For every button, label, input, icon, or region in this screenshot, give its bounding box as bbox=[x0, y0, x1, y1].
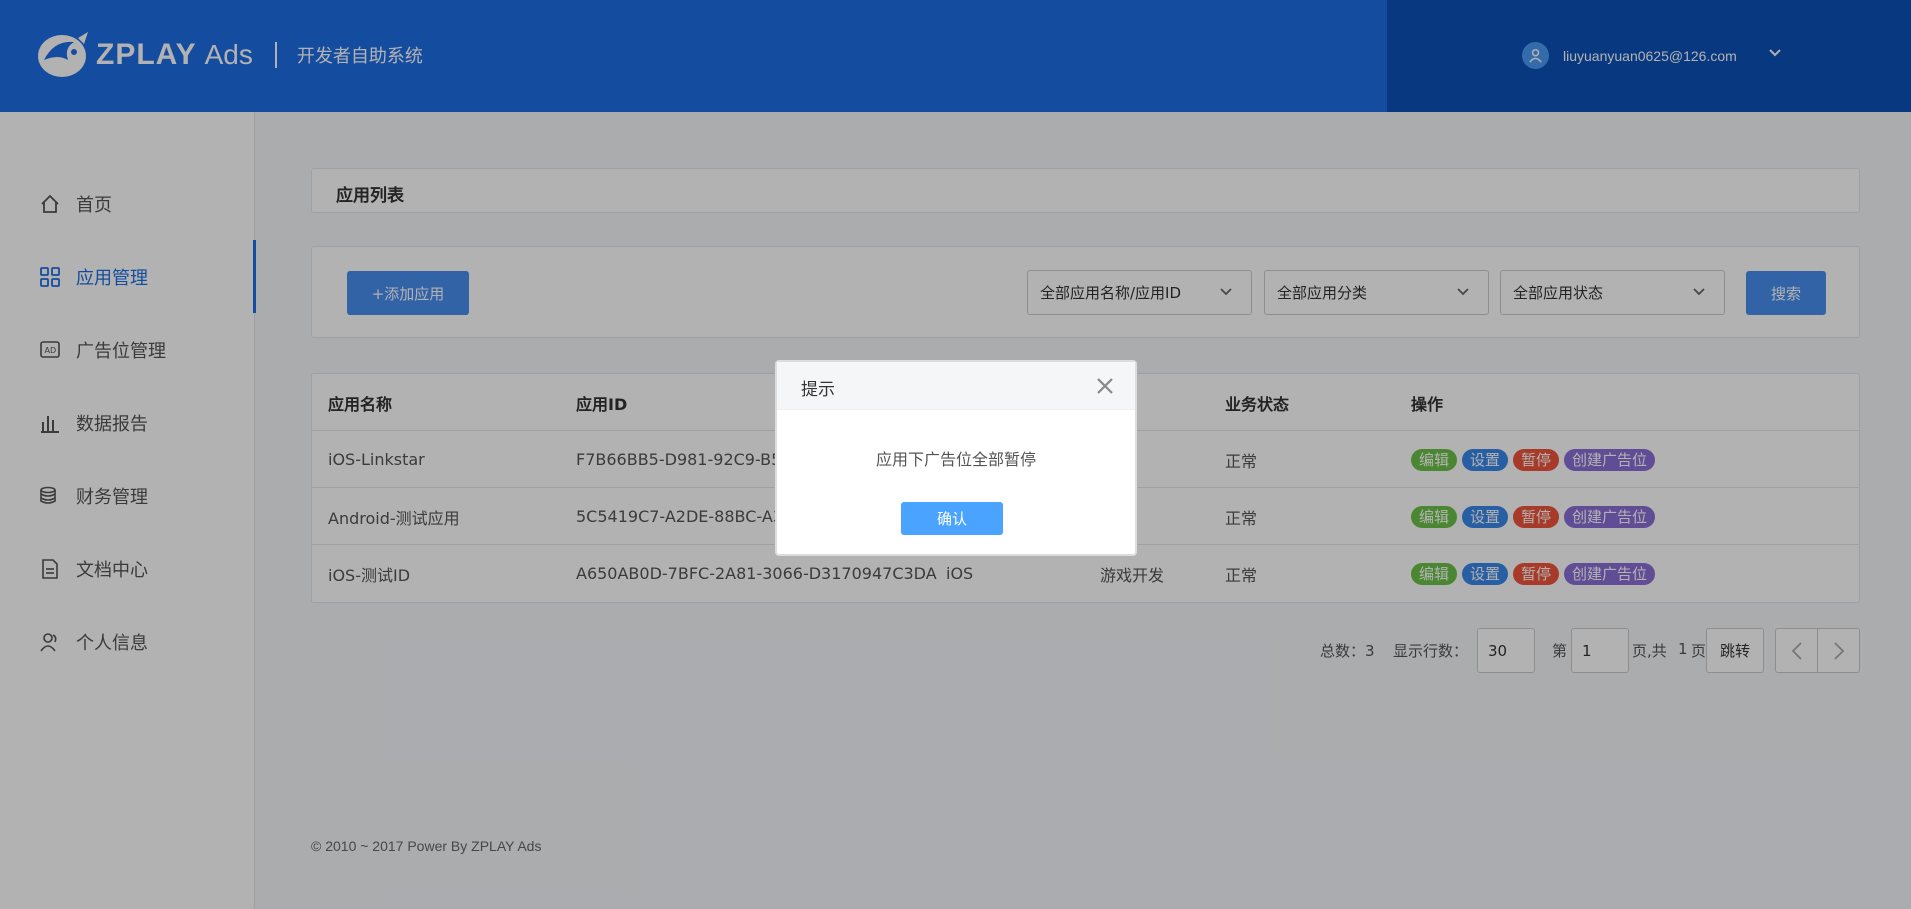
close-icon[interactable] bbox=[1095, 376, 1115, 396]
confirm-button[interactable]: 确认 bbox=[901, 502, 1003, 535]
dialog-header: 提示 bbox=[777, 362, 1135, 410]
dialog-message: 应用下广告位全部暂停 bbox=[875, 450, 1036, 469]
alert-dialog: 提示 应用下广告位全部暂停 确认 bbox=[775, 360, 1137, 556]
dialog-title: 提示 bbox=[801, 380, 835, 400]
